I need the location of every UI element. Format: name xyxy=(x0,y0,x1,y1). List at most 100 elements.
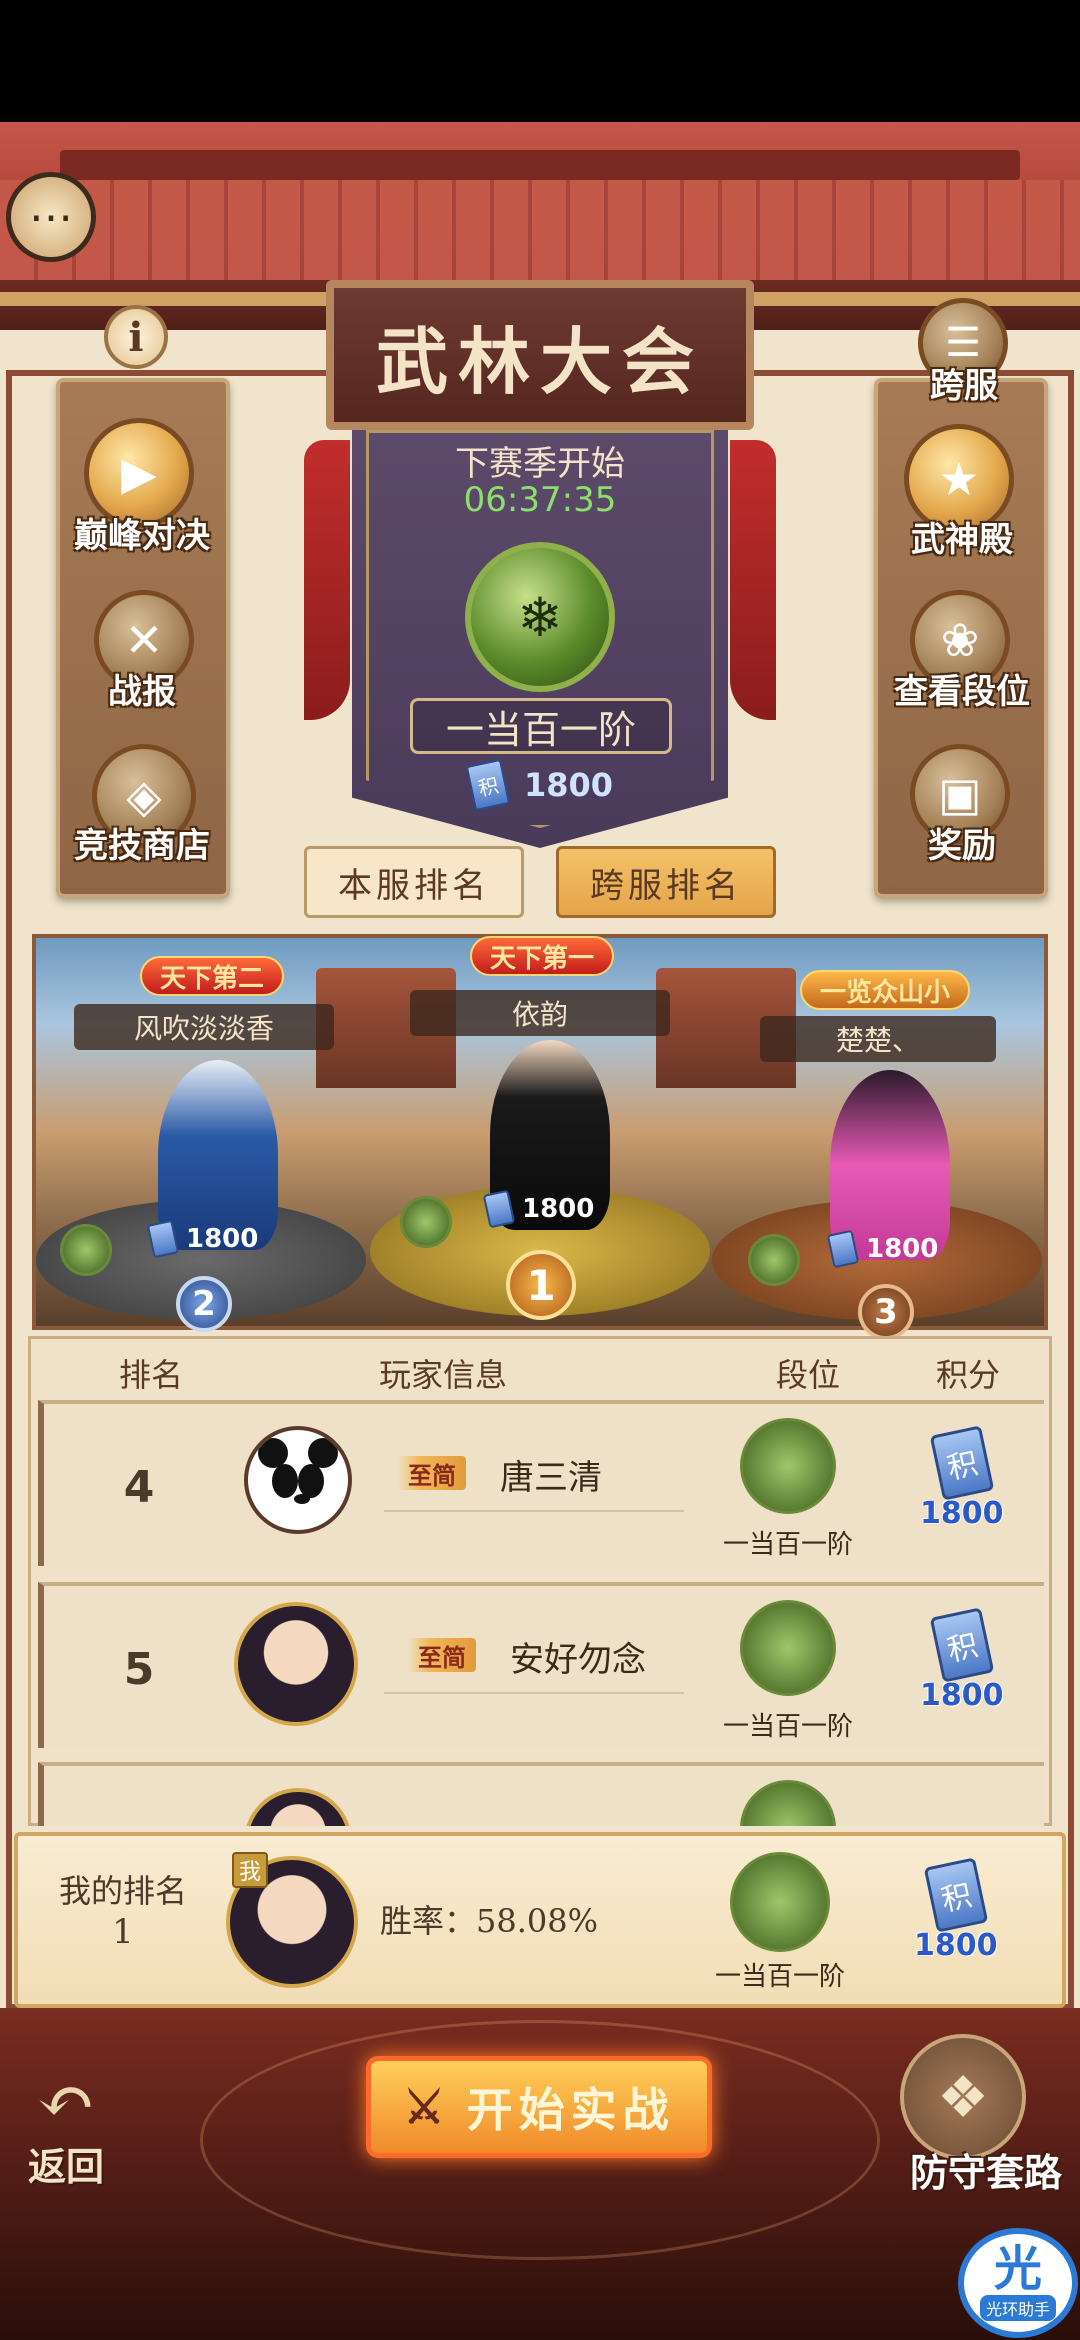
tier-emblem-icon xyxy=(60,1224,112,1276)
me-tag: 我 xyxy=(232,1852,268,1888)
start-battle-button[interactable]: ⚔ 开始实战 xyxy=(366,2056,712,2158)
tier-emblem-icon xyxy=(400,1196,452,1248)
chat-button[interactable]: ⋯ xyxy=(6,172,96,262)
roof-tiles xyxy=(0,180,1080,290)
rank-badge-first: 1 xyxy=(506,1250,576,1320)
cross-server-label: 跨服 xyxy=(930,366,998,406)
start-battle-label: 开始实战 xyxy=(466,2083,675,2137)
menu-battle-report-label: 战报 xyxy=(108,672,176,712)
avatar[interactable] xyxy=(244,1788,352,1826)
my-tier: 一当百一阶 xyxy=(714,1962,845,1992)
name-second: 风吹淡淡香 xyxy=(74,1004,334,1050)
score-first: 1800 xyxy=(482,1189,595,1229)
points-icon: 积 xyxy=(465,758,511,812)
info-button[interactable]: i xyxy=(104,305,168,369)
name-first: 依韵 xyxy=(410,990,670,1036)
tab-cross-ranking[interactable]: 跨服排名 xyxy=(556,846,776,918)
avatar[interactable] xyxy=(244,1426,352,1534)
tier-emblem-icon xyxy=(740,1600,836,1696)
tier-emblem-icon xyxy=(748,1234,800,1286)
back-arrow-icon: ↶ xyxy=(36,2060,96,2142)
menu-peak-duel-label: 巅峰对决 xyxy=(74,516,210,556)
win-rate: 胜率：58.08% xyxy=(380,1902,599,1940)
my-score: 积 1800 xyxy=(914,1857,998,1963)
table-header: 排名 玩家信息 段位 积分 xyxy=(28,1340,1052,1406)
header-score: 积分 xyxy=(935,1356,1000,1394)
divider xyxy=(384,1692,684,1694)
panda-nose xyxy=(294,1494,310,1504)
current-tier: 一当百一阶 xyxy=(410,698,672,754)
score-third: 1800 xyxy=(826,1229,939,1269)
player-name: 安好勿念 xyxy=(510,1640,646,1680)
title-board: 武林大会 xyxy=(326,280,754,430)
table-row[interactable] xyxy=(38,1762,1044,1826)
table-row[interactable]: 4 至简 唐三清 一当百一阶 积 1800 xyxy=(38,1400,1044,1566)
roof-ridge xyxy=(60,150,1020,180)
my-rank-value: 1 xyxy=(112,1912,134,1952)
title-tag-third: 一览众山小 xyxy=(800,970,971,1010)
row-score: 积 1800 xyxy=(920,1607,1004,1713)
row-score-value: 1800 xyxy=(920,1678,1004,1713)
info-icon: i xyxy=(128,313,144,361)
helper-label: 光环助手 xyxy=(979,2295,1056,2321)
row-rank: 4 xyxy=(123,1462,155,1513)
header-player-info: 玩家信息 xyxy=(378,1356,507,1394)
tab-local-ranking[interactable]: 本服排名 xyxy=(304,846,524,918)
row-rank: 5 xyxy=(123,1644,155,1695)
panda-eye xyxy=(272,1464,298,1498)
my-score-value: 1800 xyxy=(914,1928,998,1963)
book-icon: ❖ xyxy=(937,2063,989,2131)
row-score-value: 1800 xyxy=(920,1496,1004,1531)
back-button[interactable]: ↶ 返回 xyxy=(28,2066,104,2191)
player-name: 唐三清 xyxy=(500,1458,602,1498)
status-bar xyxy=(0,0,1080,122)
score-third-value: 1800 xyxy=(866,1234,939,1264)
header-tier: 段位 xyxy=(775,1356,840,1394)
ribbon-right xyxy=(730,440,776,720)
vip-badge: 至简 xyxy=(408,1638,476,1672)
points-icon xyxy=(826,1229,860,1269)
points-icon xyxy=(146,1219,180,1259)
title-tag-second: 天下第二 xyxy=(140,956,285,996)
helper-logo-icon: 光 xyxy=(993,2241,1042,2297)
score-second: 1800 xyxy=(146,1219,259,1259)
back-label: 返回 xyxy=(28,2144,105,2189)
tier-emblem-icon xyxy=(740,1418,836,1514)
season-score-value: 1800 xyxy=(524,766,614,804)
points-icon: 积 xyxy=(923,1857,989,1933)
points-icon: 积 xyxy=(929,1607,995,1683)
score-second-value: 1800 xyxy=(186,1224,259,1254)
tier-emblem-icon xyxy=(740,1780,836,1826)
row-tier: 一当百一阶 xyxy=(722,1530,853,1560)
season-label: 下赛季开始 xyxy=(455,444,625,484)
divider xyxy=(384,1510,684,1512)
menu-war-god-hall-label: 武神殿 xyxy=(911,520,1013,560)
row-tier: 一当百一阶 xyxy=(722,1712,853,1742)
chat-bubble-icon: ⋯ xyxy=(29,191,73,243)
points-icon: 积 xyxy=(929,1425,995,1501)
panda-eye xyxy=(298,1464,324,1498)
season-score: 积 1800 xyxy=(465,758,614,812)
row-score: 积 1800 xyxy=(920,1425,1004,1531)
menu-rewards-label: 奖励 xyxy=(928,826,996,866)
ribbon-left xyxy=(304,440,350,720)
tier-emblem-icon: ❄ xyxy=(465,542,615,692)
points-icon xyxy=(482,1189,516,1229)
header-rank: 排名 xyxy=(118,1356,183,1394)
avatar[interactable] xyxy=(234,1602,358,1726)
defense-routine-label[interactable]: 防守套路 xyxy=(896,2142,1076,2197)
rank-badge-second: 2 xyxy=(176,1276,232,1332)
rank-badge-third: 3 xyxy=(858,1284,914,1340)
crossed-swords-icon: ⚔ xyxy=(403,2080,451,2134)
score-first-value: 1800 xyxy=(522,1194,595,1224)
season-countdown: 06:37:35 xyxy=(463,480,617,520)
tier-emblem-icon xyxy=(730,1852,830,1952)
table-row[interactable]: 5 至简 安好勿念 一当百一阶 积 1800 xyxy=(38,1582,1044,1748)
menu-arena-shop-label: 竞技商店 xyxy=(74,826,210,866)
helper-overlay-button[interactable]: 光 光环助手 xyxy=(958,2228,1078,2338)
my-rank-label: 我的排名 xyxy=(58,1872,187,1910)
name-third: 楚楚、 xyxy=(760,1016,996,1062)
page-title: 武林大会 xyxy=(375,318,704,404)
vip-badge: 至简 xyxy=(398,1456,466,1490)
menu-view-tier-label: 查看段位 xyxy=(894,672,1030,712)
